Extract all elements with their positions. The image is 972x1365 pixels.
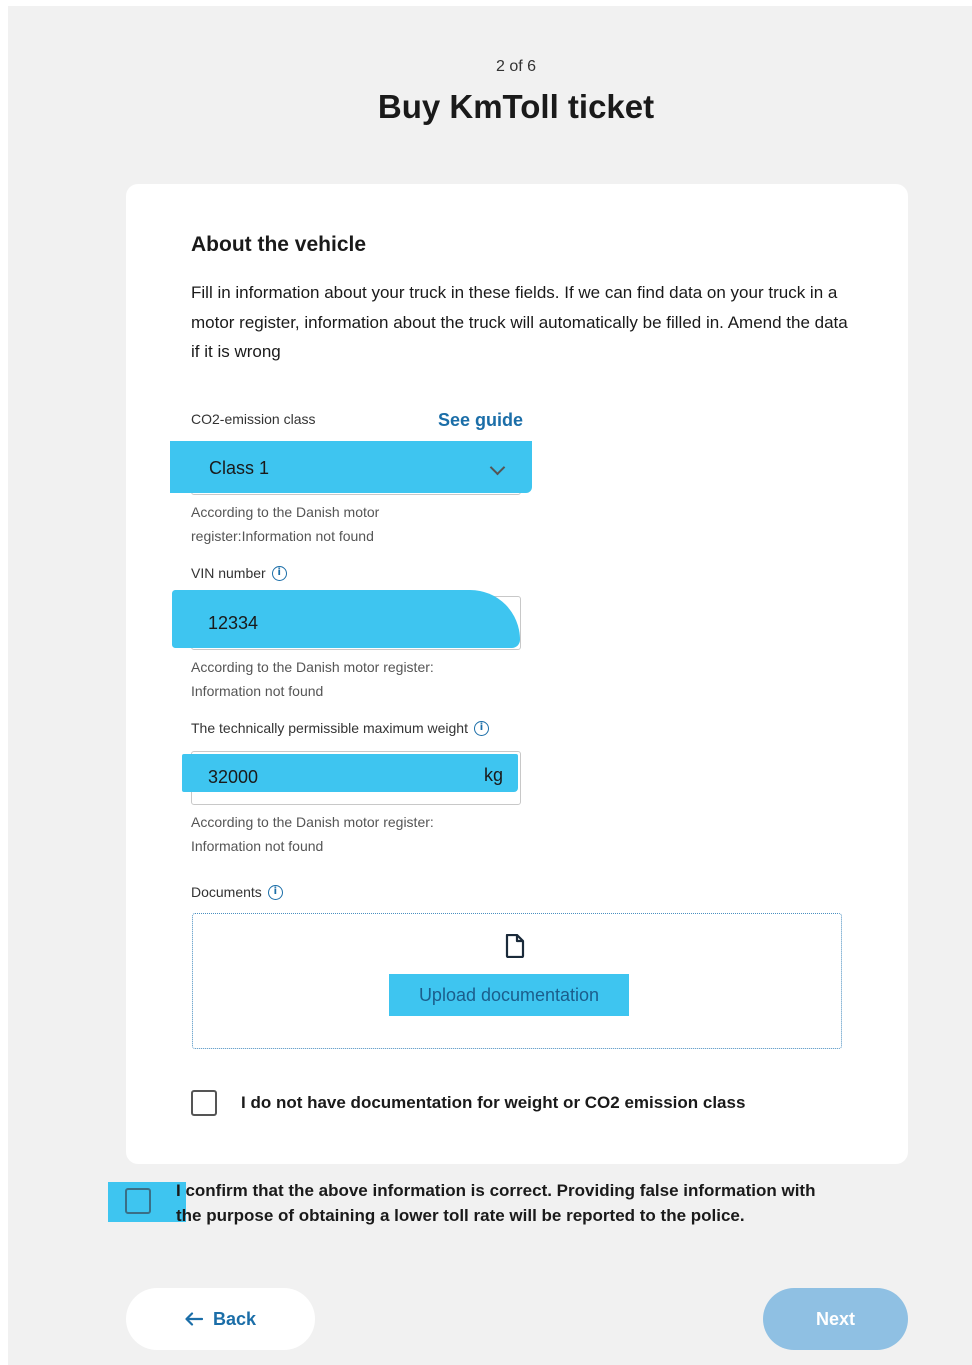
vin-label-text: VIN number [191,565,266,581]
co2-label-text: CO2-emission class [191,411,316,427]
info-icon[interactable]: i [267,884,283,900]
vin-help-line2: Information not found [191,683,324,699]
confirm-checkbox[interactable] [125,1188,151,1214]
vin-help: According to the Danish motor register: … [191,655,434,703]
next-button[interactable]: Next [763,1288,908,1350]
weight-help: According to the Danish motor register: … [191,810,434,858]
arrow-left-icon [185,1312,203,1326]
info-icon[interactable]: i [271,565,287,581]
vin-help-line1: According to the Danish motor register: [191,659,434,675]
see-guide-link[interactable]: See guide [438,410,523,431]
documents-label: Documents i [191,884,283,900]
co2-help-line2: register:Information not found [191,528,374,544]
co2-help-line1: According to the Danish motor [191,504,380,520]
upload-documentation-button[interactable]: Upload documentation [389,974,629,1016]
confirm-line1: I confirm that the above information is … [176,1181,816,1200]
document-icon [505,934,525,958]
co2-label: CO2-emission class [191,411,315,427]
intro-text: Fill in information about your truck in … [191,283,848,361]
documents-label-text: Documents [191,884,262,900]
weight-value: 32000 [208,767,259,787]
weight-help-line1: According to the Danish motor register: [191,814,434,830]
weight-help-line2: Information not found [191,838,324,854]
vin-label: VIN number i [191,565,287,581]
back-label: Back [212,1308,257,1329]
step-indicator: 2 of 6 [495,58,537,75]
weight-label-text: The technically permissible maximum weig… [191,720,468,736]
back-button[interactable]: Back [126,1288,315,1350]
weight-label: The technically permissible maximum weig… [191,720,489,736]
vin-value: 12334 [208,613,259,633]
no-documentation-label: I do not have documentation for weight o… [241,1093,746,1112]
no-documentation-checkbox[interactable] [191,1090,217,1116]
confirm-line2: the purpose of obtaining a lower toll ra… [176,1206,745,1225]
co2-help: According to the Danish motor register:I… [191,500,379,548]
section-title: About the vehicle [191,233,367,256]
page-title: Buy KmToll ticket [377,88,655,125]
info-icon[interactable]: i [474,720,489,736]
confirm-text: I confirm that the above information is … [176,1178,815,1228]
co2-selected-value: Class 1 [209,458,270,478]
weight-unit: kg [484,765,504,785]
